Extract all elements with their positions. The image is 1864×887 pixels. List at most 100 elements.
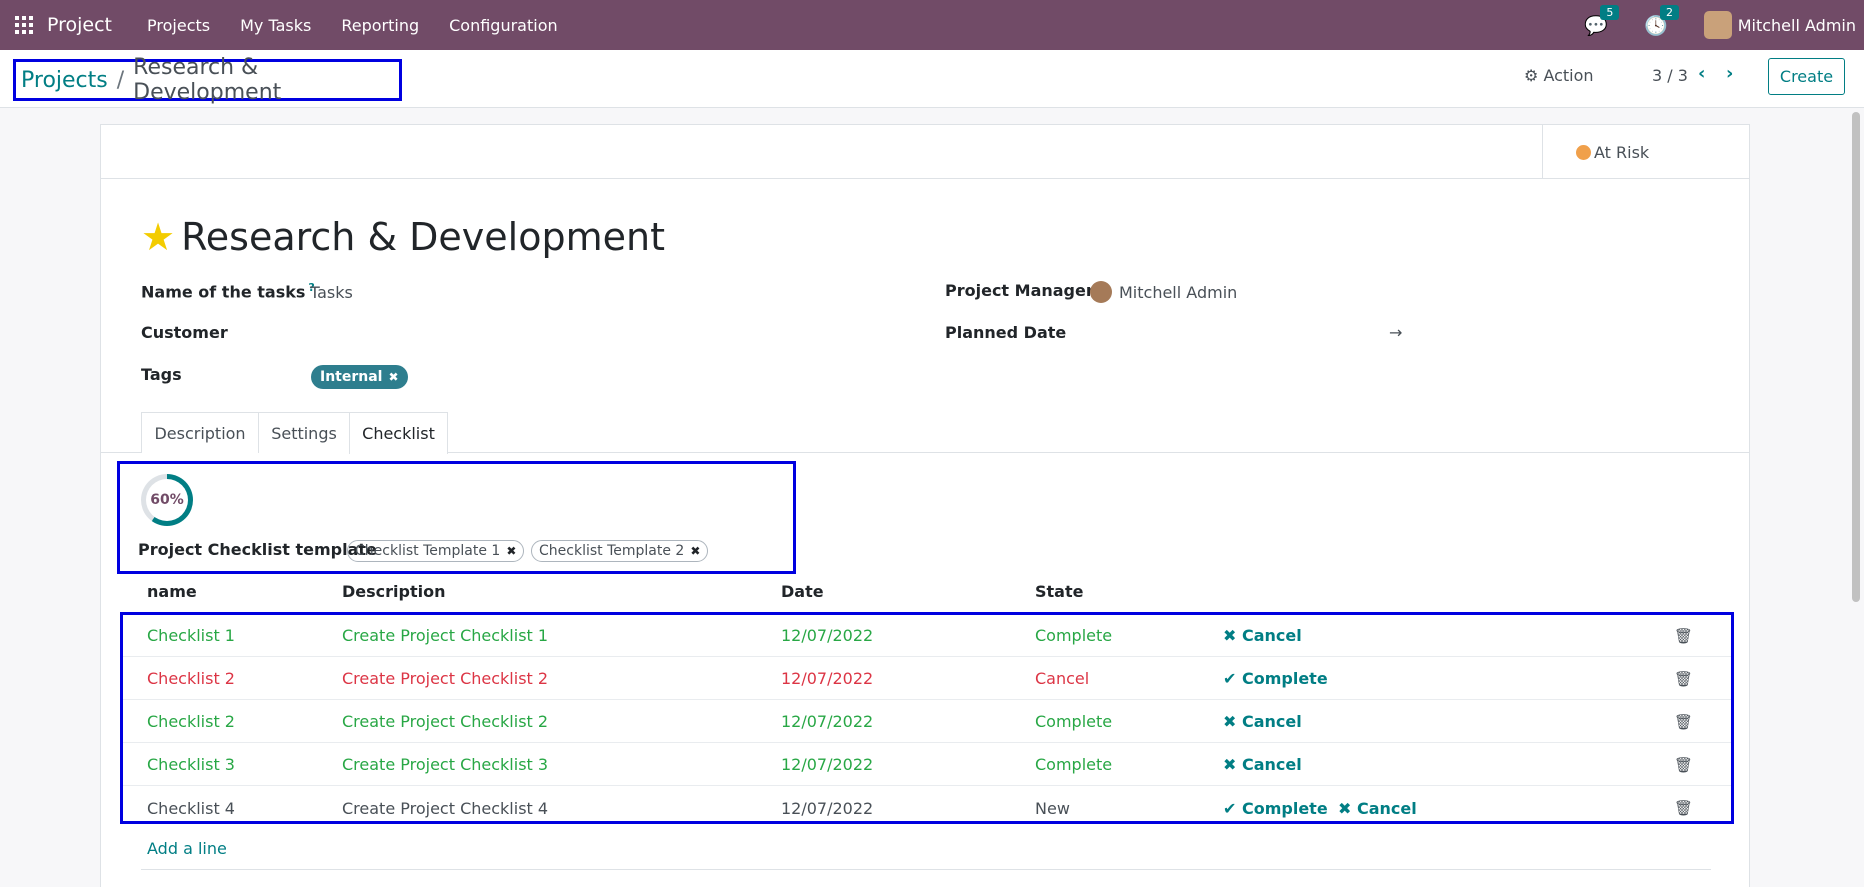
action-menu-button[interactable]: ⚙ Action (1524, 66, 1594, 85)
row-state: Complete (1035, 712, 1113, 731)
row-description: Create Project Checklist 3 (342, 755, 549, 774)
gear-icon: ⚙ (1524, 66, 1539, 85)
trash-icon[interactable]: 🗑 (1674, 713, 1693, 731)
row-date: 12/07/2022 (781, 712, 874, 731)
chevron-right-icon[interactable]: › (1726, 63, 1733, 84)
breadcrumb-projects-link[interactable]: Projects (21, 68, 108, 93)
x-icon: ✖ (1223, 755, 1237, 774)
checklist-progress-section: 60% Project Checklist template Checklist… (117, 461, 796, 574)
trash-icon[interactable]: 🗑 (1674, 670, 1693, 688)
user-avatar[interactable] (1703, 11, 1732, 39)
remove-tag-icon[interactable]: ✖ (388, 370, 398, 384)
pager-value[interactable]: 3 / 3 (1652, 66, 1688, 85)
trash-icon[interactable]: 🗑 (1674, 799, 1693, 817)
tab-checklist[interactable]: Checklist (349, 412, 448, 454)
add-line-link[interactable]: Add a line (147, 839, 227, 858)
control-panel: Projects / Research & Development ⚙ Acti… (0, 50, 1864, 108)
date-range-arrow-icon: → (1389, 323, 1403, 342)
form-tabs: Description Settings Checklist (101, 412, 1749, 454)
project-manager-field[interactable]: Mitchell Admin (1119, 283, 1237, 302)
scrollbar[interactable] (1852, 112, 1860, 602)
project-title[interactable]: Research & Development (181, 215, 665, 259)
row-date: 12/07/2022 (781, 626, 874, 645)
complete-button[interactable]: ✔ Complete (1223, 669, 1328, 688)
tasks-name-label: Name of the tasks? (141, 281, 315, 301)
row-description: Create Project Checklist 1 (342, 626, 549, 645)
activities-button[interactable]: 🕓 2 (1644, 4, 1680, 37)
tag-internal-label: Internal (320, 369, 383, 385)
trash-icon[interactable]: 🗑 (1674, 627, 1693, 645)
row-state: Cancel (1035, 669, 1090, 688)
menu-reporting[interactable]: Reporting (341, 16, 419, 35)
column-header-date[interactable]: Date (781, 582, 824, 601)
top-navbar: Project Projects My Tasks Reporting Conf… (0, 0, 1864, 50)
user-menu[interactable]: Mitchell Admin (1738, 16, 1856, 35)
row-description: Create Project Checklist 4 (342, 798, 549, 818)
cancel-label: Cancel (1356, 798, 1417, 818)
trash-icon[interactable]: 🗑 (1674, 756, 1693, 774)
row-state: Complete (1035, 626, 1113, 645)
cancel-button[interactable]: ✖ Cancel (1223, 626, 1302, 645)
menu-my-tasks[interactable]: My Tasks (240, 16, 311, 35)
project-status-button[interactable]: At Risk (1542, 125, 1750, 179)
column-header-description[interactable]: Description (342, 582, 445, 601)
form-sheet: At Risk ★ Research & Development Name of… (100, 124, 1750, 887)
create-button[interactable]: Create (1768, 58, 1845, 95)
remove-template-icon[interactable]: ✖ (690, 544, 700, 558)
messages-badge: 5 (1600, 4, 1620, 20)
complete-button[interactable]: ✔ Complete (1223, 799, 1328, 818)
project-manager-avatar (1090, 281, 1112, 303)
planned-date-label: Planned Date (945, 323, 1067, 342)
complete-label: Complete (1241, 798, 1328, 818)
activities-badge: 2 (1660, 4, 1680, 20)
checklist-progress-ring: 60% (141, 474, 193, 526)
app-name[interactable]: Project (47, 14, 112, 36)
table-row[interactable]: Checklist 4 Create Project Checklist 4 1… (123, 787, 1731, 829)
x-icon: ✖ (1223, 626, 1237, 645)
menu-configuration[interactable]: Configuration (449, 16, 558, 35)
favorite-star-icon[interactable]: ★ (141, 215, 175, 259)
cancel-button[interactable]: ✖ Cancel (1223, 755, 1302, 774)
row-name: Checklist 1 (147, 626, 235, 645)
row-name: Checklist 2 (147, 712, 235, 731)
tasks-name-field[interactable]: Tasks (310, 283, 353, 302)
row-description: Create Project Checklist 2 (342, 669, 549, 688)
column-header-name[interactable]: name (147, 582, 197, 601)
column-header-state[interactable]: State (1035, 582, 1083, 601)
row-state: Complete (1035, 755, 1113, 774)
complete-label: Complete (1241, 669, 1328, 688)
list-divider (141, 869, 1711, 870)
tag-internal: Internal ✖ (311, 365, 408, 389)
apps-menu-icon[interactable] (15, 16, 33, 34)
menu-projects[interactable]: Projects (147, 16, 210, 35)
table-row[interactable]: Checklist 2 Create Project Checklist 2 1… (123, 658, 1731, 700)
chevron-left-icon[interactable]: ‹ (1698, 63, 1705, 84)
breadcrumb-separator: / (116, 67, 125, 93)
tab-settings[interactable]: Settings (258, 412, 350, 453)
project-manager-label: Project Manager (945, 281, 1094, 300)
row-date: 12/07/2022 (781, 798, 874, 818)
remove-template-icon[interactable]: ✖ (506, 544, 516, 558)
messages-button[interactable]: 💬 5 (1584, 4, 1620, 37)
check-icon: ✔ (1223, 798, 1237, 818)
tasks-name-label-text: Name of the tasks (141, 282, 306, 302)
table-row[interactable]: Checklist 3 Create Project Checklist 3 1… (123, 744, 1731, 786)
cancel-button[interactable]: ✖ Cancel (1338, 799, 1417, 818)
row-description: Create Project Checklist 2 (342, 712, 549, 731)
cancel-label: Cancel (1241, 755, 1302, 774)
tab-description[interactable]: Description (141, 412, 259, 453)
status-label: At Risk (1594, 142, 1650, 162)
checklist-progress-label: 60% (146, 479, 188, 521)
row-name: Checklist 3 (147, 755, 235, 774)
table-row[interactable]: Checklist 1 Create Project Checklist 1 1… (123, 615, 1731, 657)
action-label: Action (1543, 66, 1594, 85)
template-chip-2: Checklist Template 2 ✖ (531, 540, 709, 562)
checklist-table-body: Checklist 1 Create Project Checklist 1 1… (120, 612, 1734, 824)
cancel-label: Cancel (1241, 712, 1302, 731)
customer-label: Customer (141, 323, 228, 342)
table-row[interactable]: Checklist 2 Create Project Checklist 2 1… (123, 701, 1731, 743)
cancel-button[interactable]: ✖ Cancel (1223, 712, 1302, 731)
breadcrumb-current: Research & Development (133, 55, 282, 105)
row-name: Checklist 4 (147, 798, 235, 818)
row-name: Checklist 2 (147, 669, 235, 688)
